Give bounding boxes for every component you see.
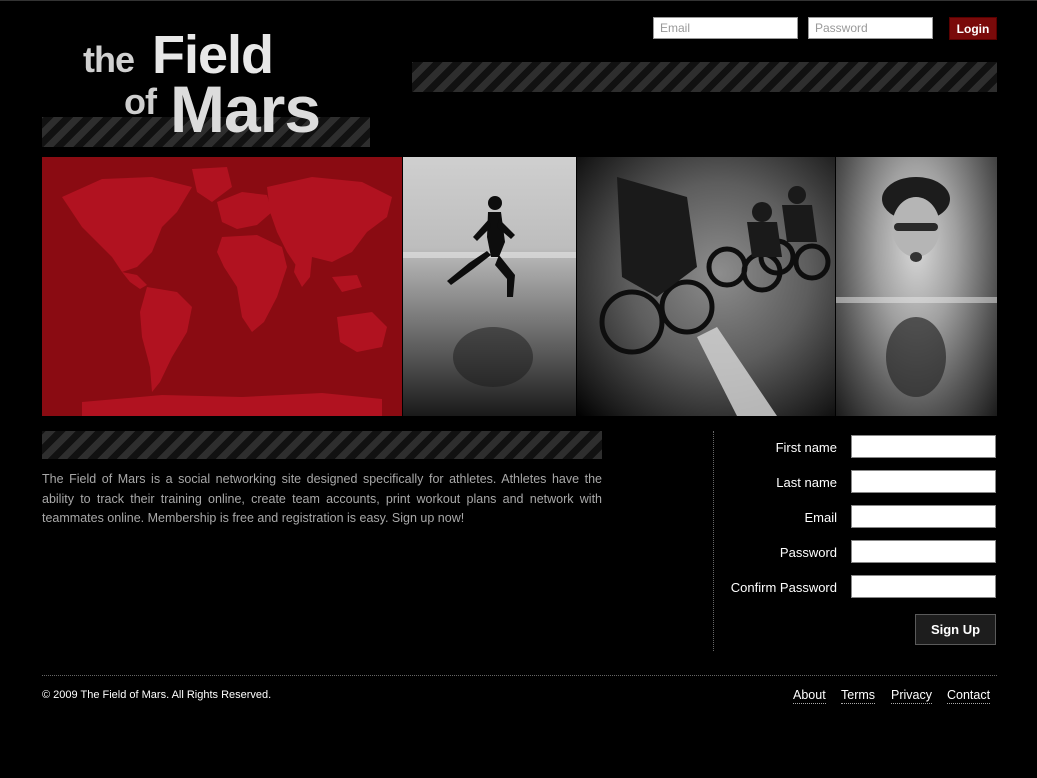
confirm-password-input[interactable] <box>851 575 996 598</box>
last-name-label: Last name <box>776 475 837 490</box>
password-login-input[interactable] <box>808 17 933 39</box>
footer-link-about[interactable]: About <box>793 688 826 704</box>
password-label: Password <box>779 545 837 560</box>
runner-silhouette-icon <box>403 196 576 387</box>
header-stripe-bar <box>412 62 997 92</box>
sign-up-button[interactable]: Sign Up <box>915 614 996 645</box>
footer-divider <box>42 675 997 676</box>
logo-the: the <box>83 39 135 80</box>
first-name-input[interactable] <box>851 435 996 458</box>
swimmer-image <box>836 157 997 416</box>
footer-link-contact[interactable]: Contact <box>947 688 991 704</box>
first-name-label: First name <box>775 440 837 455</box>
runner-beach-image <box>403 157 576 416</box>
email-label: Email <box>804 510 837 525</box>
about-text: The Field of Mars is a social networking… <box>42 472 602 526</box>
confirm-password-label: Confirm Password <box>730 580 837 595</box>
logo-mars: Mars <box>170 72 321 146</box>
world-map-image <box>42 157 402 416</box>
copyright-text: © 2009 The Field of Mars. All Rights Res… <box>42 689 272 701</box>
last-name-input[interactable] <box>851 470 996 493</box>
footer-link-privacy[interactable]: Privacy <box>891 688 932 704</box>
footer-link-terms[interactable]: Terms <box>841 688 876 704</box>
email-login-input[interactable] <box>653 17 798 39</box>
signup-email-input[interactable] <box>851 505 996 528</box>
site-logo[interactable]: the Field of Mars <box>80 28 340 143</box>
logo-of: of <box>124 81 157 122</box>
world-map-icon <box>62 167 392 416</box>
login-button[interactable]: Login <box>949 17 997 40</box>
top-border <box>0 0 1037 1</box>
signup-password-input[interactable] <box>851 540 996 563</box>
vertical-divider <box>713 431 714 651</box>
content-stripe-bar <box>42 431 602 459</box>
cyclist-icon <box>599 177 831 416</box>
swimmer-icon <box>836 177 997 397</box>
cyclists-image <box>577 157 835 416</box>
